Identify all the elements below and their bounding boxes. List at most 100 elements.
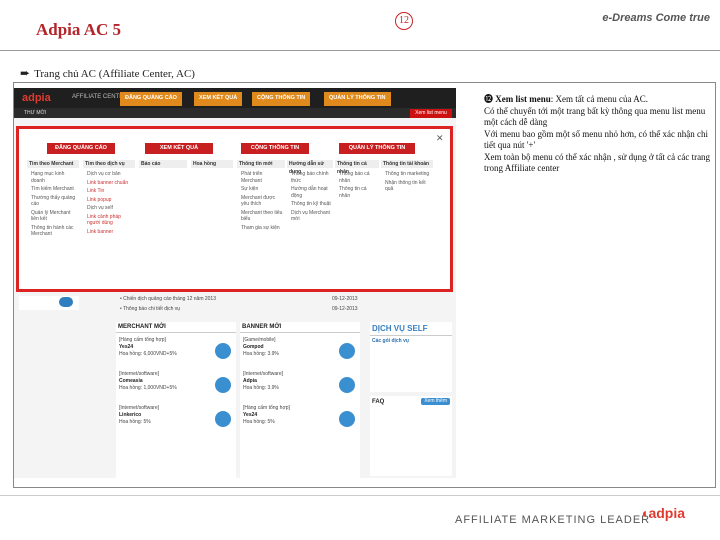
menu-col-head: Thông tin tài khoản [381, 160, 433, 168]
footer-divider [0, 495, 720, 496]
nav-xem-ket-qua[interactable]: XEM KẾT QUẢ [194, 92, 243, 106]
number-12-icon: ⓬ [484, 94, 494, 104]
description-line: Với menu bao gồm một số menu nhỏ hơn, có… [484, 128, 708, 151]
menu-link[interactable]: Merchant theo tiêu biểu [241, 210, 283, 223]
ac-logo-text: adpia [22, 92, 51, 104]
menu-link[interactable]: Thông báo chính thức [291, 171, 333, 184]
faq-more-button[interactable]: Xem thêm [421, 398, 450, 405]
menu-link[interactable]: Merchant được yêu thích [241, 195, 283, 208]
menu-link[interactable]: Thông tin cá nhân [339, 186, 379, 199]
menu-col-head[interactable]: Báo cáo [139, 160, 187, 168]
slide-title: Adpia AC 5 [36, 20, 122, 39]
menu-link[interactable]: Sự kiện [241, 186, 283, 193]
list-menu-panel: ✕ ĐĂNG QUẢNG CÁO XEM KẾT QUẢ CỘNG THÔNG … [16, 126, 453, 292]
merchant-item[interactable]: [Hàng cấm tổng hợp] Yes24 Hoa hồng: 6,000V… [119, 337, 233, 367]
banner-item[interactable]: [Game/mobile] Gompod Hoa hồng: 3.9% [243, 337, 357, 367]
ac-logo[interactable]: adpia [22, 92, 51, 104]
menu-link[interactable]: Quản lý Merchant liên kết [31, 210, 77, 223]
description-line: Xem toàn bộ menu có thể xác nhận , sử dụ… [484, 151, 711, 174]
menu-col-head: Hướng dẫn sử dụng [287, 160, 333, 175]
section-heading: ➨ Trang chủ AC (Affiliate Center, AC) [20, 66, 195, 81]
merchant-item[interactable]: [Internet/software] Linkerico Hoa hồng: 5% [119, 405, 233, 435]
banner-join-button[interactable] [339, 411, 355, 427]
menu-col: Thông báo chính thức Hướng dẫn hoạt động… [291, 171, 333, 225]
section-heading-text: Trang chủ AC (Affiliate Center, AC) [34, 67, 195, 80]
menu-link[interactable]: Dịch vụ self [87, 205, 133, 212]
merchant-widget [19, 296, 79, 310]
menu-col-head: Tìm theo dịch vụ [83, 160, 135, 168]
faq-title: FAQ [372, 398, 385, 405]
breadcrumb: THƯ MỚI [24, 110, 47, 116]
banner-panel-title: BANNER MỚI [240, 322, 360, 333]
self-service-panel: DỊCH VỤ SELF Các gói dịch vụ [370, 322, 452, 392]
ac-subbar [14, 108, 456, 118]
menu-btn-quan-ly-thong-tin[interactable]: QUẢN LÝ THÔNG TIN [339, 143, 415, 154]
nav-quan-ly-thong-tin[interactable]: QUẢN LÝ THÔNG TIN [324, 92, 391, 106]
footer-tagline: AFFILIATE MARKETING LEADER [455, 514, 651, 526]
menu-link[interactable]: Tham gia sự kiện [241, 225, 283, 232]
menu-col-head: Thông tin mới [237, 160, 285, 168]
nav-cong-thong-tin[interactable]: CỘNG THÔNG TIN [252, 92, 311, 106]
header-divider [0, 50, 720, 51]
notice-date: 09-12-2013 [332, 296, 358, 302]
merchant-join-button[interactable] [215, 377, 231, 393]
menu-link[interactable]: Phát triển Merchant [241, 171, 283, 184]
banner-item[interactable]: [Internet/software] Adpia Hoa hồng: 3.9% [243, 371, 357, 401]
menu-col: Hạng mục kinh doanh Tìm kiếm Merchant Th… [31, 171, 77, 240]
menu-col: Thông tin marketing Nhận thông tin kết q… [385, 171, 431, 195]
description-line: Có thể chuyển tới một trang bất kỳ thông… [484, 105, 706, 128]
menu-col: Phát triển Merchant Sự kiện Merchant đượ… [241, 171, 283, 233]
description-line: : Xem tất cả menu của AC. [550, 94, 648, 104]
merchant-item[interactable]: [Internet/software] Comeasia Hoa hồng: 1,0… [119, 371, 233, 401]
menu-col-head[interactable]: Hoa hồng [191, 160, 233, 168]
banner-panel: BANNER MỚI [Game/mobile] Gompod Hoa hồng: … [240, 322, 360, 478]
menu-link[interactable]: Thông tin hành các Merchant [31, 225, 77, 238]
menu-col: Dịch vụ cơ bản Link banner chuẩn Link Ti… [87, 171, 133, 237]
merchant-panel: MERCHANT MỚI [Hàng cấm tổng hợp] Yes24 Hoa… [116, 322, 236, 478]
merchant-logo [59, 297, 73, 307]
menu-btn-cong-thong-tin[interactable]: CỘNG THÔNG TIN [241, 143, 309, 154]
menu-link[interactable]: Link Tin [87, 188, 133, 195]
menu-col-head: Tìm theo Merchant [27, 160, 79, 168]
menu-link[interactable]: Nhận thông tin kết quả [385, 180, 431, 193]
banner-join-button[interactable] [339, 377, 355, 393]
faq-panel: FAQ Xem thêm [370, 396, 452, 476]
menu-link[interactable]: Hướng dẫn hoạt động [291, 186, 333, 199]
menu-link[interactable]: Thường thấy quảng cáo [31, 195, 77, 208]
menu-link[interactable]: Hạng mục kinh doanh [31, 171, 77, 184]
menu-link[interactable]: Link cảnh pháp người dùng [87, 214, 133, 227]
menu-btn-xem-ket-qua[interactable]: XEM KẾT QUẢ [145, 143, 213, 154]
description: ⓬ Xem list menu: Xem tất cả menu của AC.… [484, 94, 716, 175]
banner-join-button[interactable] [339, 343, 355, 359]
close-icon[interactable]: ✕ [436, 133, 444, 144]
menu-link[interactable]: Thông tin marketing [385, 171, 431, 178]
menu-btn-dang-quang-cao[interactable]: ĐĂNG QUẢNG CÁO [47, 143, 115, 154]
notice-item[interactable]: • Thông báo chi tiết dịch vụ [120, 306, 330, 313]
nav-dang-quang-cao[interactable]: ĐĂNG QUẢNG CÁO [120, 92, 182, 106]
footer-logo: ◖adpia [640, 505, 686, 521]
self-service-title: DỊCH VỤ SELF [370, 322, 452, 336]
menu-link[interactable]: Tìm kiếm Merchant [31, 186, 77, 193]
self-service-sub[interactable]: Các gói dịch vụ [370, 336, 452, 347]
list-menu-button[interactable]: Xem list menu [410, 109, 452, 118]
brand-slogan: e-Dreams Come true [602, 12, 710, 24]
menu-link[interactable]: Dịch vụ cơ bản [87, 171, 133, 178]
merchant-panel-title: MERCHANT MỚI [116, 322, 236, 333]
step-badge: 12 [395, 12, 413, 30]
menu-link[interactable]: Thông báo cá nhân [339, 171, 379, 184]
menu-link[interactable]: Link popup [87, 197, 133, 204]
notice-item[interactable]: • Chiến dịch quảng cáo tháng 12 năm 2013 [120, 296, 330, 303]
description-lead: Xem list menu [495, 94, 551, 104]
arrow-right-icon: ➨ [20, 66, 31, 80]
merchant-join-button[interactable] [215, 343, 231, 359]
merchant-join-button[interactable] [215, 411, 231, 427]
menu-col-head: Thông tin cá nhân [335, 160, 379, 175]
menu-link[interactable]: Link banner chuẩn [87, 180, 133, 187]
menu-link[interactable]: Link banner [87, 229, 133, 236]
ac-lower-content: • Chiến dịch quảng cáo tháng 12 năm 2013… [14, 294, 456, 478]
notice-date: 09-12-2013 [332, 306, 358, 312]
menu-link[interactable]: Dịch vụ Merchant mới [291, 210, 333, 223]
menu-link[interactable]: Thông tin kỹ thuật [291, 201, 333, 208]
banner-item[interactable]: [Hàng cấm tổng hợp] Yes24 Hoa hồng: 5% [243, 405, 357, 435]
menu-col: Thông báo cá nhân Thông tin cá nhân [339, 171, 379, 201]
